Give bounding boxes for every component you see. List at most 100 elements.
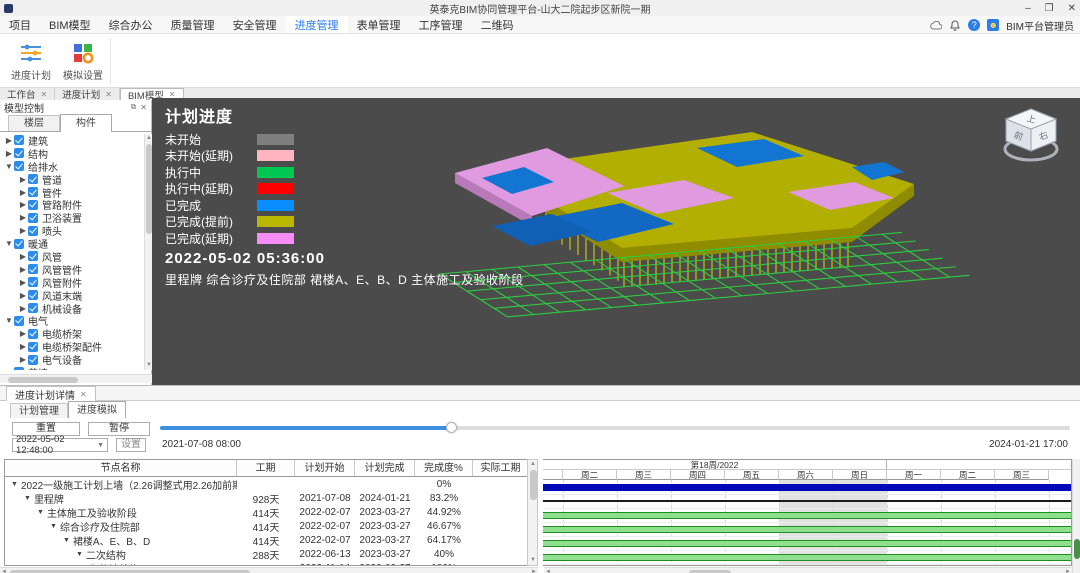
dock-icon[interactable]: ⧉ — [131, 102, 137, 112]
collapse-icon[interactable]: ▼ — [4, 239, 14, 248]
doc-tab-0[interactable]: 工作台✕ — [0, 88, 55, 100]
checkbox-checked[interactable] — [28, 277, 38, 287]
column-header-0[interactable]: 节点名称 — [5, 460, 237, 476]
table-row[interactable]: ▼二次结构288天2022-06-132023-03-2740% — [5, 547, 537, 561]
checkbox-checked[interactable] — [14, 367, 24, 370]
collapse-icon[interactable]: ▼ — [4, 316, 14, 325]
collapse-icon[interactable]: ▼ — [63, 537, 70, 544]
table-row[interactable]: ▼主体施工及验收阶段414天2022-02-072023-03-2744.92% — [5, 505, 537, 519]
checkbox-checked[interactable] — [28, 290, 38, 300]
checkbox-checked[interactable] — [28, 187, 38, 197]
collapse-icon[interactable]: ▼ — [11, 481, 18, 488]
checkbox-checked[interactable] — [28, 174, 38, 184]
expand-icon[interactable]: ▶ — [18, 355, 28, 364]
tab-progress-simulation[interactable]: 进度模拟 — [68, 401, 126, 418]
table-row[interactable]: 砌体墙结构134天2022-11-142023-03-27100% — [5, 561, 537, 566]
tab-floors[interactable]: 楼层 — [8, 115, 60, 131]
tree-item-8[interactable]: ▼暖通 — [0, 237, 144, 250]
gantt-bar-green[interactable] — [543, 526, 1071, 533]
detail-tab[interactable]: 进度计划详情 ✕ — [6, 386, 96, 401]
column-header-4[interactable]: 完成度% — [415, 460, 473, 476]
checkbox-checked[interactable] — [14, 316, 24, 326]
tree-item-13[interactable]: ▶机械设备 — [0, 302, 144, 315]
close-button[interactable]: ✕ — [1068, 3, 1076, 14]
checkbox-checked[interactable] — [28, 329, 38, 339]
table-horizontal-scrollbar[interactable]: ◄ ► — [0, 567, 538, 573]
collapse-icon[interactable]: ▼ — [24, 495, 31, 502]
progress-plan-tool-button[interactable]: 进度计划 — [6, 38, 56, 84]
checkbox-checked[interactable] — [14, 161, 24, 171]
menu-item-6[interactable]: 表单管理 — [348, 16, 410, 33]
checkbox-checked[interactable] — [28, 303, 38, 313]
column-header-1[interactable]: 工期 — [237, 460, 295, 476]
slider-handle[interactable] — [446, 422, 457, 433]
tab-plan-management[interactable]: 计划管理 — [10, 403, 68, 418]
column-header-5[interactable]: 实际工期 — [473, 460, 529, 476]
tab-close-icon[interactable]: ✕ — [80, 390, 87, 399]
gantt-bar-green[interactable] — [543, 512, 1071, 519]
checkbox-checked[interactable] — [14, 148, 24, 158]
tree-item-7[interactable]: ▶喷头 — [0, 224, 144, 237]
expand-icon[interactable]: ▶ — [4, 136, 14, 145]
maximize-button[interactable]: ❐ — [1045, 3, 1054, 14]
collapse-icon[interactable]: ▼ — [4, 162, 14, 171]
menu-item-1[interactable]: BIM模型 — [40, 16, 100, 33]
tree-item-6[interactable]: ▶卫浴装置 — [0, 211, 144, 224]
checkbox-checked[interactable] — [28, 213, 38, 223]
tree-vertical-scrollbar[interactable]: ▲ ▼ — [144, 134, 152, 370]
menu-item-7[interactable]: 工序管理 — [410, 16, 472, 33]
menu-item-4[interactable]: 安全管理 — [224, 16, 286, 33]
bell-icon[interactable] — [949, 19, 961, 31]
panel-close-icon[interactable]: ✕ — [140, 103, 147, 112]
menu-item-2[interactable]: 综合办公 — [100, 16, 162, 33]
user-name[interactable]: BIM平台管理员 — [1006, 18, 1074, 33]
collapse-icon[interactable]: ▼ — [37, 509, 44, 516]
table-row[interactable]: ▼裙楼A、E、B、D414天2022-02-072023-03-2764.17% — [5, 533, 537, 547]
help-icon[interactable]: ? — [968, 19, 980, 31]
expand-icon[interactable]: ▶ — [18, 226, 28, 235]
tree-item-0[interactable]: ▶建筑 — [0, 134, 144, 147]
gantt-bar-black[interactable] — [543, 500, 1071, 502]
expand-icon[interactable]: ▶ — [4, 149, 14, 158]
expand-icon[interactable]: ▶ — [18, 291, 28, 300]
tree-item-2[interactable]: ▼给排水 — [0, 160, 144, 173]
expand-icon[interactable]: ▶ — [18, 213, 28, 222]
timeline-slider[interactable] — [160, 426, 1070, 430]
table-vertical-scrollbar[interactable]: ▲ ▼ — [527, 459, 538, 566]
table-row[interactable]: ▼综合诊疗及住院部414天2022-02-072023-03-2746.67% — [5, 519, 537, 533]
column-header-3[interactable]: 计划完成 — [355, 460, 415, 476]
collapse-icon[interactable]: ▼ — [4, 368, 14, 370]
3d-viewport[interactable]: 计划进度 未开始未开始(延期)执行中执行中(延期)已完成已完成(提前)已完成(延… — [152, 98, 1080, 385]
checkbox-checked[interactable] — [28, 226, 38, 236]
expand-icon[interactable]: ▶ — [18, 188, 28, 197]
datetime-picker[interactable]: 2022-05-02 12:48:00 ▼ — [12, 438, 108, 452]
gantt-bar-blue[interactable] — [543, 484, 1071, 491]
menu-item-5[interactable]: 进度管理 — [286, 16, 348, 33]
set-button[interactable]: 设置 — [116, 438, 146, 452]
gantt-chart[interactable]: 第18周/2022 周二周三周四周五周六周日周一周二周三 — [543, 459, 1072, 566]
table-row[interactable]: ▼里程牌928天2021-07-082024-01-2183.2% — [5, 491, 537, 505]
expand-icon[interactable]: ▶ — [18, 200, 28, 209]
expand-icon[interactable]: ▶ — [18, 304, 28, 313]
minimize-button[interactable]: – — [1025, 3, 1031, 14]
pause-button[interactable]: 暂停 — [88, 422, 150, 436]
checkbox-checked[interactable] — [28, 200, 38, 210]
column-header-2[interactable]: 计划开始 — [295, 460, 355, 476]
tree-item-1[interactable]: ▶结构 — [0, 147, 144, 160]
checkbox-checked[interactable] — [14, 239, 24, 249]
gantt-bar-green[interactable] — [543, 540, 1071, 547]
expand-icon[interactable]: ▶ — [18, 342, 28, 351]
collapse-icon[interactable]: ▼ — [50, 523, 57, 530]
doc-tab-1[interactable]: 进度计划✕ — [55, 88, 120, 100]
checkbox-checked[interactable] — [28, 264, 38, 274]
tab-close-icon[interactable]: ✕ — [105, 90, 112, 99]
cloud-icon[interactable] — [930, 19, 942, 31]
tree-item-3[interactable]: ▶管道 — [0, 173, 144, 186]
expand-icon[interactable]: ▶ — [18, 175, 28, 184]
tree-item-17[interactable]: ▶电气设备 — [0, 353, 144, 366]
expand-icon[interactable]: ▶ — [18, 329, 28, 338]
checkbox-checked[interactable] — [28, 251, 38, 261]
tab-components[interactable]: 构件 — [60, 114, 112, 132]
expand-icon[interactable]: ▶ — [18, 278, 28, 287]
gantt-horizontal-scrollbar[interactable]: ◄ ► — [544, 567, 1072, 573]
